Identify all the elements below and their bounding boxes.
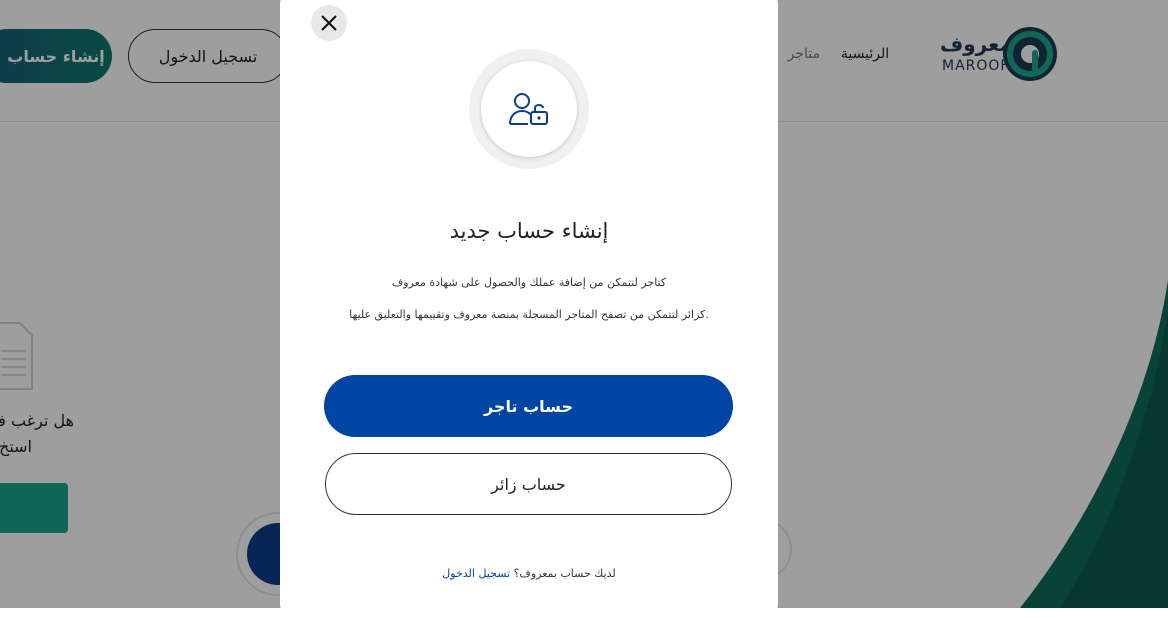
modal-title: إنشاء حساب جديد	[449, 219, 609, 243]
merchant-description: كتاجر لتتمكن من إضافة عملك والحصول على ش…	[391, 276, 667, 289]
user-lock-icon	[509, 93, 548, 125]
close-button[interactable]	[311, 5, 347, 41]
visitor-description: كزائر لتتمكن من تصفح المتاجر المسجلة بمن…	[349, 308, 709, 321]
login-prompt: لديك حساب بمعروف؟ تسجيل الدخول	[280, 567, 778, 580]
login-prompt-text: لديك حساب بمعروف؟	[513, 567, 616, 580]
login-link[interactable]: تسجيل الدخول	[442, 567, 510, 580]
merchant-account-button[interactable]: حساب تاجر	[324, 375, 733, 437]
create-account-modal: إنشاء حساب جديد كتاجر لتتمكن من إضافة عم…	[280, 0, 778, 618]
close-icon	[321, 15, 337, 31]
avatar-circle	[481, 61, 577, 157]
avatar-ring	[469, 49, 589, 169]
visitor-account-button[interactable]: حساب زائر	[325, 453, 732, 515]
